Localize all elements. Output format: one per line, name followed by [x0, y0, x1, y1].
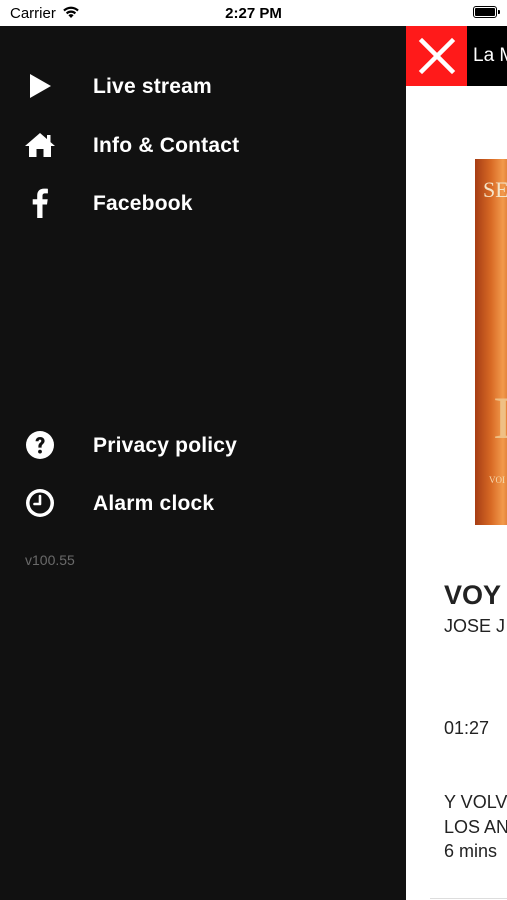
- battery-icon: [473, 6, 500, 18]
- close-drawer-button[interactable]: [406, 26, 467, 86]
- close-icon: [418, 37, 455, 75]
- player-top-bar: La M: [406, 26, 507, 86]
- song-title: VOY: [444, 580, 502, 610]
- menu-item-label: Live stream: [93, 75, 212, 98]
- album-art-text: SE: [483, 177, 507, 202]
- elapsed-time: 01:27: [444, 718, 490, 738]
- clock-icon: [23, 489, 57, 517]
- previous-song-artist: LOS AN: [444, 817, 507, 837]
- status-time: 2:27 PM: [225, 5, 282, 22]
- menu-item-label: Facebook: [93, 192, 193, 215]
- home-icon: [23, 131, 57, 159]
- previous-song-title: Y VOLV: [444, 792, 507, 812]
- previous-song-time: 6 mins: [444, 841, 498, 861]
- menu-item-privacy-policy[interactable]: Privacy policy: [0, 420, 406, 470]
- station-title: La M: [473, 45, 507, 66]
- play-icon: [23, 72, 57, 100]
- divider: [430, 898, 507, 899]
- facebook-icon: [23, 188, 57, 218]
- app-version: v100.55: [25, 552, 75, 568]
- menu-item-facebook[interactable]: Facebook: [0, 178, 406, 228]
- menu-item-label: Info & Contact: [93, 134, 240, 157]
- status-bar: Carrier 2:27 PM: [0, 0, 507, 26]
- side-drawer: Live stream Info & Contact Facebook Priv…: [0, 26, 406, 900]
- player-content: La M SE I VOI VOY JOSE J 01:27 Y VOLV LO…: [406, 26, 507, 900]
- menu-item-alarm-clock[interactable]: Alarm clock: [0, 478, 406, 528]
- album-art: SE I VOI: [475, 159, 507, 525]
- menu-item-label: Alarm clock: [93, 492, 215, 515]
- menu-item-label: Privacy policy: [93, 434, 238, 457]
- album-art-letter: I: [493, 385, 507, 451]
- question-circle-icon: [23, 431, 57, 459]
- artist-name: JOSE J: [444, 616, 506, 636]
- album-art-small-text: VOI: [489, 475, 505, 485]
- menu-item-info-contact[interactable]: Info & Contact: [0, 120, 406, 170]
- menu-item-live-stream[interactable]: Live stream: [0, 61, 406, 111]
